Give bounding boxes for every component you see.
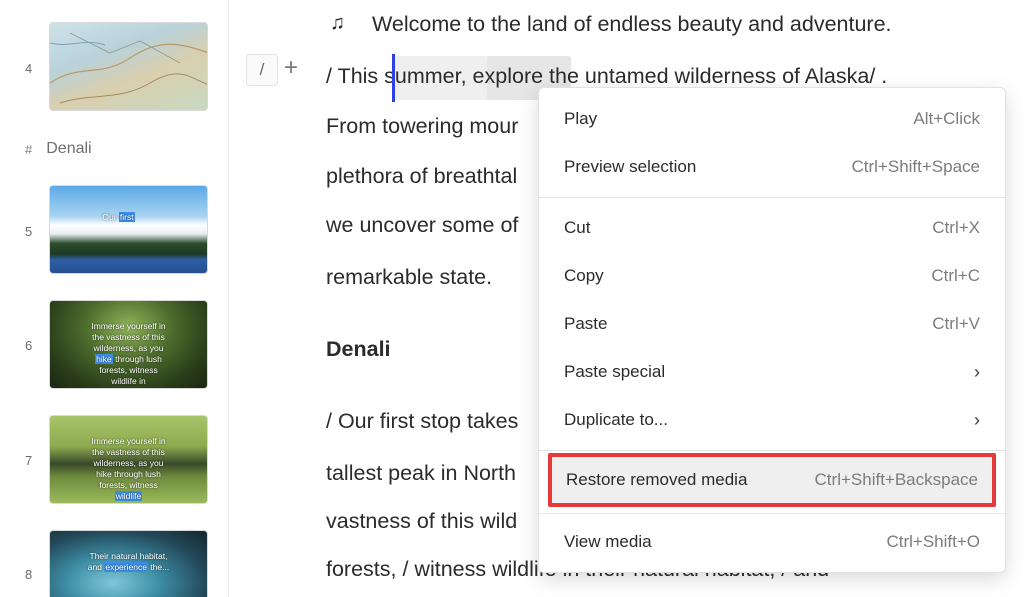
chevron-right-icon: › — [974, 361, 980, 382]
script-line[interactable]: From towering mour — [326, 114, 518, 139]
menu-item-paste[interactable]: Paste Ctrl+V — [539, 301, 1005, 347]
context-menu: Play Alt+Click Preview selection Ctrl+Sh… — [538, 87, 1006, 573]
scene-number: 5 — [25, 224, 33, 239]
chevron-right-icon: › — [974, 409, 980, 430]
menu-divider — [539, 513, 1005, 514]
script-line[interactable]: remarkable state. — [326, 265, 492, 290]
script-line[interactable]: plethora of breathtal — [326, 164, 517, 189]
menu-item-view-media[interactable]: View media Ctrl+Shift+O — [539, 519, 1005, 565]
scene-number: 4 — [25, 61, 33, 76]
menu-item-preview-selection[interactable]: Preview selection Ctrl+Shift+Space — [539, 144, 1005, 190]
music-icon[interactable]: ♫ — [330, 12, 345, 35]
scene-sidebar: 4 # Denali 5 Our first 6 Immerse yoursel… — [0, 0, 229, 597]
script-line[interactable]: we uncover some of — [326, 213, 518, 238]
scene-number: 7 — [25, 453, 33, 468]
thumbnail-caption: Immerse yourself in the vastness of this… — [91, 436, 166, 501]
script-line[interactable]: Welcome to the land of endless beauty an… — [372, 12, 892, 37]
thumbnail-caption: Immerse yourself in the vastness of this… — [91, 321, 166, 386]
scene-thumbnail-5[interactable]: Our first — [49, 185, 208, 274]
section-hash: # — [25, 141, 33, 157]
menu-item-restore-removed-media[interactable]: Restore removed media Ctrl+Shift+Backspa… — [548, 453, 996, 507]
thumbnail-caption: Our first — [102, 212, 135, 222]
menu-divider — [539, 197, 1005, 198]
menu-item-copy[interactable]: Copy Ctrl+C — [539, 253, 1005, 299]
map-image — [50, 32, 207, 104]
menu-item-play[interactable]: Play Alt+Click — [539, 96, 1005, 142]
script-line[interactable]: / Our first stop takes — [326, 409, 518, 434]
section-denali[interactable]: # Denali — [25, 140, 92, 158]
menu-item-cut[interactable]: Cut Ctrl+X — [539, 205, 1005, 251]
scene-number: 6 — [25, 338, 33, 353]
add-block-button[interactable]: + — [284, 56, 298, 80]
text-cursor — [392, 54, 395, 102]
slash-command-button[interactable]: / — [246, 54, 278, 86]
scene-thumbnail-7[interactable]: Immerse yourself in the vastness of this… — [49, 415, 208, 504]
section-title: Denali — [46, 140, 92, 157]
menu-item-paste-special[interactable]: Paste special › — [539, 349, 1005, 395]
scene-thumbnail-4[interactable] — [49, 22, 208, 111]
scene-thumbnail-6[interactable]: Immerse yourself in the vastness of this… — [49, 300, 208, 389]
thumbnail-caption: Their natural habitat, and experience th… — [87, 551, 170, 572]
menu-item-duplicate-to[interactable]: Duplicate to... › — [539, 397, 1005, 443]
script-line[interactable]: / This summer, explore the untamed wilde… — [326, 64, 887, 89]
section-heading[interactable]: Denali — [326, 337, 391, 362]
scene-number: 8 — [25, 567, 33, 582]
menu-divider — [539, 450, 1005, 451]
script-line[interactable]: vastness of this wild — [326, 509, 517, 534]
scene-thumbnail-8[interactable]: Their natural habitat, and experience th… — [49, 530, 208, 597]
script-line[interactable]: tallest peak in North — [326, 461, 516, 486]
